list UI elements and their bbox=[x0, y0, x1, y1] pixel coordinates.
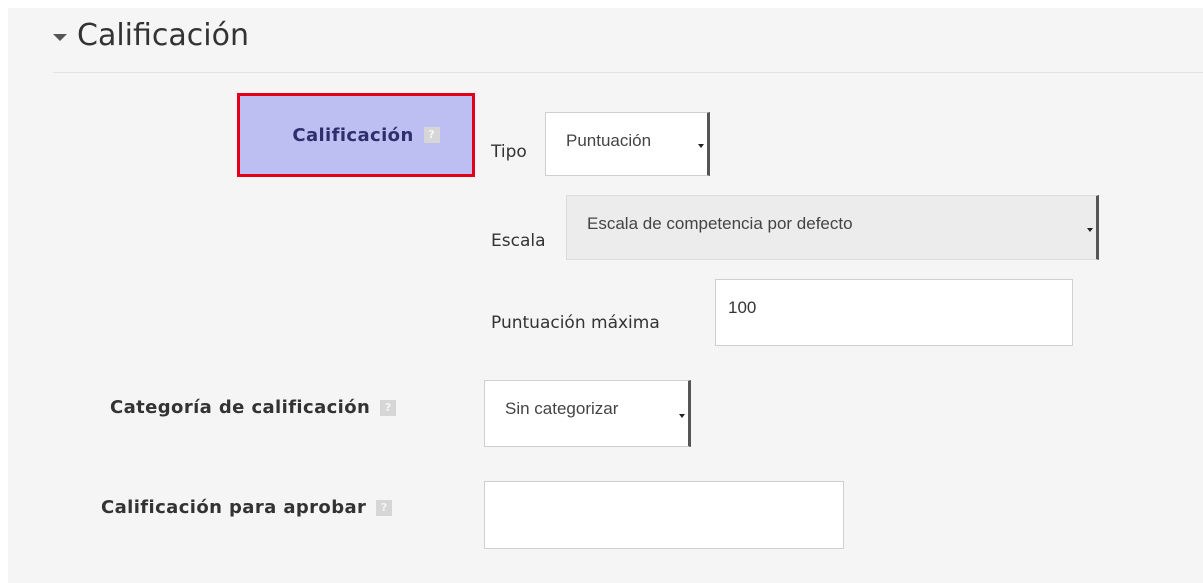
scale-value: Escala de competencia por defecto bbox=[587, 214, 853, 233]
grade-type-select[interactable]: Puntuación bbox=[545, 112, 710, 176]
chevron-down-icon bbox=[1087, 227, 1093, 232]
grade-category-select[interactable]: Sin categorizar bbox=[484, 380, 691, 447]
section-title: Calificación bbox=[77, 18, 249, 53]
section-header[interactable]: Calificación bbox=[53, 18, 249, 53]
grade-category-label: Categoría de calificación bbox=[110, 397, 371, 418]
type-label: Tipo bbox=[491, 142, 527, 162]
grade-category-label-group: Categoría de calificación ? bbox=[110, 397, 397, 418]
scale-label: Escala bbox=[491, 231, 546, 251]
chevron-down-icon bbox=[698, 144, 704, 148]
max-points-label: Puntuación máxima bbox=[491, 313, 660, 333]
grade-to-pass-label-group: Calificación para aprobar ? bbox=[101, 497, 393, 518]
help-icon[interactable]: ? bbox=[423, 127, 440, 143]
section-divider bbox=[53, 72, 1203, 73]
collapse-caret-icon[interactable] bbox=[53, 33, 67, 41]
grade-type-value: Puntuación bbox=[566, 131, 652, 150]
grade-label-group: Calificación ? bbox=[240, 96, 472, 174]
grade-to-pass-label: Calificación para aprobar bbox=[101, 497, 367, 518]
max-points-input[interactable]: 100 bbox=[715, 279, 1073, 346]
help-icon[interactable]: ? bbox=[380, 399, 397, 416]
help-icon[interactable]: ? bbox=[376, 499, 393, 516]
grade-label: Calificación bbox=[292, 124, 414, 146]
chevron-down-icon bbox=[679, 413, 685, 418]
grade-label-highlight: Calificación ? bbox=[237, 93, 475, 177]
grade-to-pass-input[interactable] bbox=[484, 481, 844, 549]
grade-category-value: Sin categorizar bbox=[505, 399, 619, 418]
scale-select[interactable]: Escala de competencia por defecto bbox=[566, 195, 1099, 260]
